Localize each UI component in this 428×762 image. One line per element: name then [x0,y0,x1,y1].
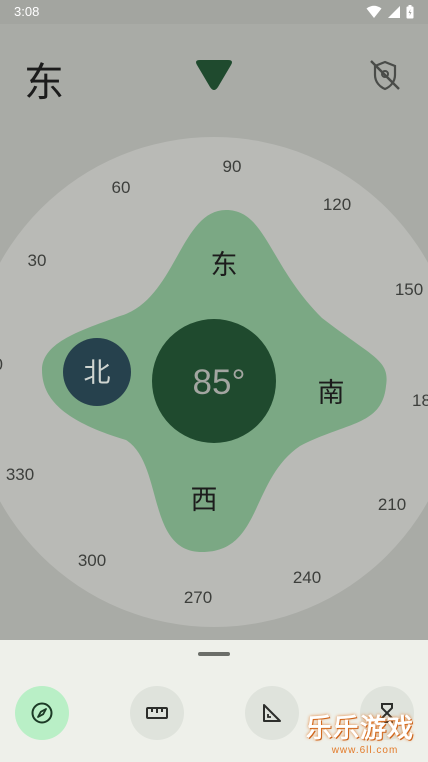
wifi-icon [366,5,382,18]
tick-120: 120 [323,195,351,214]
direction-label: 东 [24,60,64,106]
status-bar: 3:08 [0,0,428,24]
signal-icon [388,6,400,18]
watermark-url: www.6ll.com [331,745,399,756]
tick-210: 210 [378,495,406,514]
watermark: 乐乐游戏 www.6ll.com [306,708,424,760]
tick-330: 330 [6,465,34,484]
status-time: 3:08 [14,4,40,19]
tick-60: 60 [112,178,131,197]
drag-handle[interactable] [198,652,230,656]
heading-marker-icon [196,60,232,90]
protractor-icon [263,704,281,722]
tick-270: 270 [184,588,212,607]
compass-dial[interactable]: 90 120 150 180 210 240 270 300 330 0 30 … [0,24,428,640]
heading-degrees: 85° [193,363,246,402]
compass-icon [31,702,53,724]
cardinal-east: 东 [211,250,238,281]
tick-90: 90 [223,157,242,176]
tick-300: 300 [78,551,106,570]
tick-150: 150 [395,280,423,299]
status-icons [366,5,414,19]
nav-compass-button[interactable] [15,686,69,740]
cardinal-west: 西 [191,485,218,516]
cardinal-north: 北 [84,358,111,389]
bottom-sheet: 乐乐游戏 www.6ll.com [0,640,428,762]
watermark-title: 乐乐游戏 [306,714,415,744]
cardinal-south: 南 [318,378,345,409]
compass-screen: 90 120 150 180 210 240 270 300 330 0 30 … [0,24,428,640]
nav-ruler-button[interactable] [130,686,184,740]
battery-icon [406,5,414,19]
nav-protractor-button[interactable] [245,686,299,740]
tick-240: 240 [293,568,321,587]
tick-180: 180 [412,391,428,410]
tick-30: 30 [28,251,47,270]
tick-0: 0 [0,355,3,374]
ruler-icon [146,707,168,719]
location-off-icon[interactable] [366,56,404,94]
